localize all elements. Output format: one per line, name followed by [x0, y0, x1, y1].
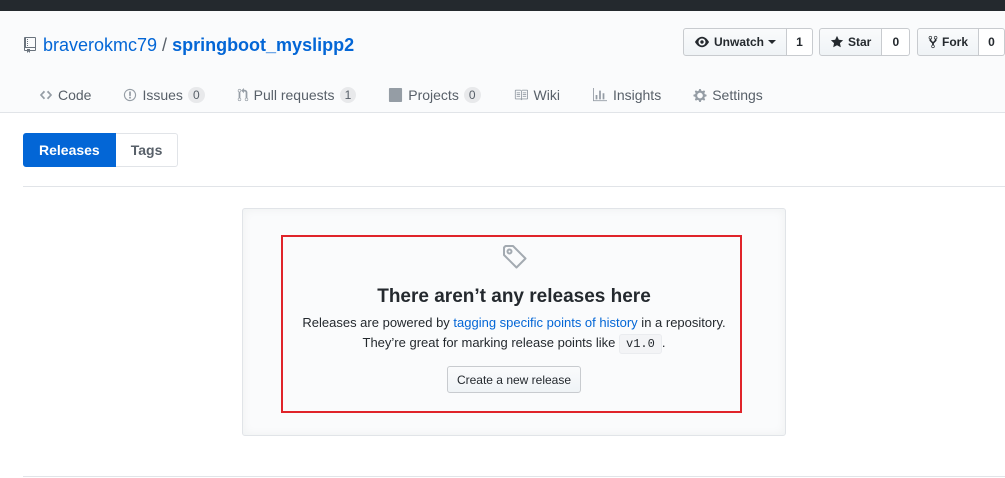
tab-settings-label: Settings [712, 87, 763, 103]
star-button[interactable]: Star [819, 28, 883, 56]
fork-button[interactable]: Fork [917, 28, 980, 56]
footer-divider [23, 476, 1005, 477]
stargazers-count[interactable]: 0 [882, 28, 911, 56]
eye-icon [695, 36, 709, 48]
fork-label: Fork [942, 35, 969, 49]
repo-header: braverokmc79 / springboot_myslipp2 Unwat… [0, 11, 1005, 113]
repo-title: braverokmc79 / springboot_myslipp2 [23, 33, 354, 57]
tab-settings[interactable]: Settings [693, 87, 763, 103]
top-header-bar [0, 0, 1005, 11]
repo-icon [24, 37, 36, 53]
star-label: Star [848, 35, 872, 49]
projects-counter: 0 [463, 87, 481, 103]
tab-code[interactable]: Code [39, 87, 91, 103]
tags-tab[interactable]: Tags [115, 133, 179, 167]
tab-insights-label: Insights [612, 87, 662, 103]
forks-count[interactable]: 0 [979, 28, 1005, 56]
watchers-count[interactable]: 1 [787, 28, 814, 56]
caret-down-icon [768, 40, 777, 44]
gear-icon [693, 88, 707, 102]
content-divider [23, 186, 1005, 187]
book-icon [514, 89, 528, 101]
tab-code-label: Code [58, 87, 92, 103]
star-icon [830, 35, 844, 48]
repo-name-link[interactable]: springboot_myslipp2 [172, 35, 354, 56]
star-button-group: Star 0 [819, 28, 911, 56]
project-icon [389, 88, 403, 102]
release-subnav: Releases Tags [23, 133, 179, 167]
annotation-highlight-box [281, 235, 742, 413]
watch-button-group: Unwatch 1 [683, 28, 814, 56]
graph-icon [592, 88, 607, 102]
code-icon [39, 90, 53, 100]
tab-wiki[interactable]: Wiki [513, 87, 560, 103]
issues-counter: 0 [187, 87, 205, 103]
tab-issues-label: Issues [142, 87, 183, 103]
repo-nav: Code Issues 0 Pull requests 1 Projects 0 [39, 83, 795, 107]
repo-owner-link[interactable]: braverokmc79 [43, 35, 157, 56]
tab-wiki-label: Wiki [533, 87, 560, 103]
tab-pull-requests-label: Pull requests [253, 87, 335, 103]
tab-insights[interactable]: Insights [592, 87, 661, 103]
tab-projects[interactable]: Projects 0 [388, 87, 481, 103]
fork-icon [928, 35, 938, 49]
unwatch-label: Unwatch [714, 35, 765, 49]
pull-requests-counter: 1 [339, 87, 357, 103]
repo-path-separator: / [162, 34, 168, 55]
tab-issues[interactable]: Issues 0 [123, 87, 205, 103]
releases-tab[interactable]: Releases [23, 133, 116, 167]
tab-projects-label: Projects [408, 87, 459, 103]
fork-button-group: Fork 0 [917, 28, 1005, 56]
tab-pull-requests[interactable]: Pull requests 1 [237, 87, 357, 103]
pull-request-icon [237, 88, 248, 102]
unwatch-button[interactable]: Unwatch [683, 28, 788, 56]
issue-icon [124, 88, 137, 102]
